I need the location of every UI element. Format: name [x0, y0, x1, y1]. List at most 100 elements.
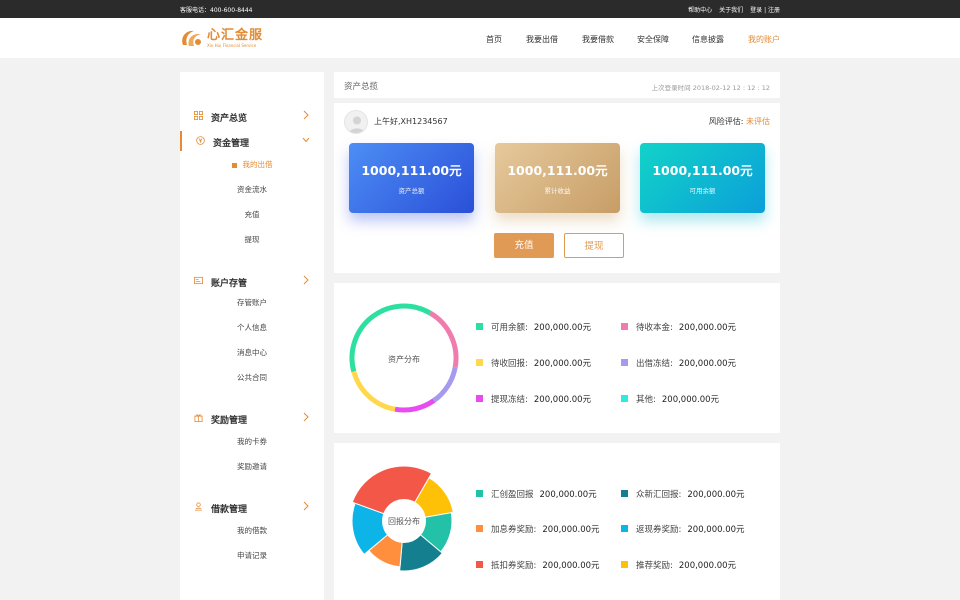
chevron-down-icon [302, 137, 310, 143]
about-link[interactable]: 关于我们 [719, 5, 743, 14]
return-donut-chart: 回报分布 [351, 465, 454, 572]
recharge-button[interactable]: 充值 [494, 233, 554, 258]
hotline: 客服电话：400-600-8444 [180, 7, 253, 14]
gift-icon [194, 414, 203, 422]
greeting: 上午好,XH1234567 [374, 117, 448, 126]
loan-icon [194, 502, 203, 511]
sidebar-item-contracts[interactable]: 公共合同 [180, 372, 324, 383]
total-earnings-card: 1000,111.00元 累计收益 [495, 143, 620, 213]
ring-center-label: 资产分布 [388, 354, 420, 364]
grid-icon [194, 111, 203, 120]
sidebar-item-recharge[interactable]: 充值 [180, 209, 324, 220]
card-amount: 1000,111.00元 [652, 163, 753, 178]
nav-borrow[interactable]: 我要借款 [582, 34, 614, 45]
sidebar-group-depository[interactable]: 账户存管 [180, 271, 324, 291]
asset-distribution-panel: 资产分布 可用余额: 200,000.00元 待收本金: 200,000.00元 待… [334, 283, 780, 433]
legend-swatch [476, 561, 483, 568]
legend-zxh-return: 众新汇回报: 200,000.00元 [621, 488, 745, 500]
legend-swatch [621, 490, 628, 497]
legend-swatch [476, 395, 483, 402]
logo-cn: 心汇金服 [207, 27, 264, 43]
card-label: 累计收益 [544, 187, 571, 195]
nav-home[interactable]: 首页 [486, 34, 502, 45]
chevron-right-icon [303, 412, 309, 422]
overview-panel: 上午好,XH1234567 风险评估: 未评估 1000,111.00元 资产总… [334, 103, 780, 273]
sidebar-item-personal-info[interactable]: 个人信息 [180, 322, 324, 333]
sidebar-item-depository-account[interactable]: 存管账户 [180, 297, 324, 308]
legend-swatch [621, 561, 628, 568]
nav-my-account[interactable]: 我的账户 [748, 34, 780, 45]
card-amount: 1000,111.00元 [507, 163, 608, 178]
top-bar: 客服电话：400-600-8444 帮助中心 关于我们 登录 | 注册 [0, 0, 960, 18]
sidebar-group-rewards[interactable]: 奖励管理 [180, 408, 324, 428]
card-label: 可用余额 [689, 187, 716, 195]
logo[interactable]: 心汇金服 Xin Hui Financial Service [180, 27, 263, 49]
sidebar-group-label: 资金管理 [213, 139, 250, 149]
help-link[interactable]: 帮助中心 [688, 5, 712, 14]
sidebar-group-label: 奖励管理 [211, 416, 248, 426]
ring-segment [432, 366, 458, 403]
legend-swatch [476, 490, 483, 497]
legend-swatch [621, 395, 628, 402]
ring-segment [394, 398, 436, 413]
return-distribution-panel: 回报分布 汇创盈回报 200,000.00元 众新汇回报: 200,000.00元 … [334, 443, 780, 600]
header: 心汇金服 Xin Hui Financial Service 首页 我要出借 我… [0, 18, 960, 58]
legend-swatch [621, 359, 628, 366]
legend-hcy-return: 汇创盈回报 200,000.00元 [476, 488, 597, 500]
nav-security[interactable]: 安全保障 [637, 34, 669, 45]
legend-swatch [621, 323, 628, 330]
user-icon [348, 116, 366, 133]
legend-referral-reward: 推荐奖励: 200,000.00元 [621, 559, 736, 571]
legend-swatch [476, 323, 483, 330]
legend-pending-principal: 待收本金: 200,000.00元 [621, 321, 736, 333]
total-assets-card: 1000,111.00元 资产总额 [349, 143, 474, 213]
sidebar-item-my-loans[interactable]: 我的借款 [180, 525, 324, 536]
sidebar-item-applications[interactable]: 申请记录 [180, 550, 324, 561]
active-dot-icon [231, 162, 237, 168]
legend-deduction-coupon: 抵扣券奖励: 200,000.00元 [476, 559, 600, 571]
nav-invest[interactable]: 我要出借 [526, 34, 558, 45]
sidebar-item-fund-flow[interactable]: 资金流水 [180, 184, 324, 195]
sidebar-group-fund-management[interactable]: 资金管理 [180, 131, 324, 151]
chevron-right-icon [303, 275, 309, 285]
nav-disclosure[interactable]: 信息披露 [692, 34, 724, 45]
chevron-right-icon [303, 110, 309, 120]
yen-icon [196, 136, 205, 145]
logo-mark-icon [180, 27, 204, 49]
sidebar: 资产总览 资金管理 我的出借 资金流水 充值 提现 账户存管 存管账户 个人信息… [180, 72, 324, 600]
withdraw-button[interactable]: 提现 [564, 233, 624, 258]
legend-withdraw-frozen: 提现冻结: 200,000.00元 [476, 393, 591, 405]
legend-invest-frozen: 出借冻结: 200,000.00元 [621, 357, 736, 369]
sidebar-item-my-coupons[interactable]: 我的卡券 [180, 436, 324, 447]
page-title: 资产总揽 [344, 82, 379, 92]
legend-available-balance: 可用余额: 200,000.00元 [476, 321, 591, 333]
legend-swatch [621, 525, 628, 532]
legend-interest-coupon: 加息券奖励: 200,000.00元 [476, 523, 600, 535]
sidebar-item-withdraw[interactable]: 提现 [180, 234, 324, 245]
sidebar-group-label: 账户存管 [211, 279, 248, 289]
sidebar-item-invite[interactable]: 奖励邀请 [180, 461, 324, 472]
legend-cashback-coupon: 返现券奖励: 200,000.00元 [621, 523, 745, 535]
legend-swatch [476, 525, 483, 532]
legend-pending-return: 待收回报: 200,000.00元 [476, 357, 591, 369]
sidebar-group-label: 资产总览 [211, 114, 248, 124]
legend-other: 其他: 200,000.00元 [621, 393, 719, 405]
chevron-right-icon [303, 501, 309, 511]
ring-segment [351, 370, 396, 412]
ring-segment [428, 310, 459, 368]
sidebar-group-label: 借款管理 [211, 505, 248, 515]
risk-status: 未评估 [746, 117, 770, 126]
donut-center-label: 回报分布 [388, 516, 420, 526]
sidebar-group-loans[interactable]: 借款管理 [180, 497, 324, 517]
login-register-link[interactable]: 登录 | 注册 [750, 5, 780, 14]
card-amount: 1000,111.00元 [361, 163, 462, 178]
overview-header: 资产总揽 上次登录时间 2018-02-12 12 : 12 : 12 [334, 72, 780, 98]
sidebar-item-my-invest[interactable]: 我的出借 [180, 159, 324, 170]
last-login-time: 上次登录时间 2018-02-12 12 : 12 : 12 [651, 84, 770, 92]
avatar[interactable] [344, 110, 368, 134]
card-label: 资产总额 [398, 187, 425, 195]
legend-swatch [476, 359, 483, 366]
sidebar-group-asset-overview[interactable]: 资产总览 [180, 106, 324, 126]
risk-assessment[interactable]: 风险评估: 未评估 [709, 116, 770, 127]
sidebar-item-messages[interactable]: 消息中心 [180, 347, 324, 358]
